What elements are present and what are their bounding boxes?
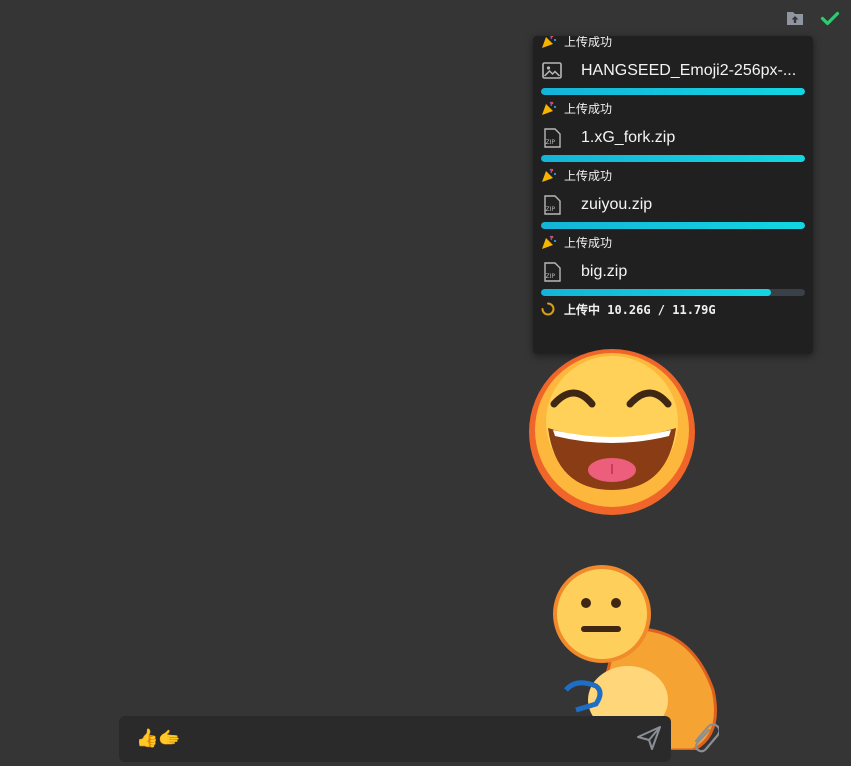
laughing-emoji-sticker[interactable]: [520, 346, 704, 518]
upload-status-text: 上传成功: [564, 168, 613, 183]
upload-item: HANGSEED_Emoji2-256px-...: [533, 54, 813, 88]
send-icon[interactable]: [635, 724, 663, 752]
message-input-text: 👍🫱: [136, 728, 181, 748]
svg-text:ZIP: ZIP: [546, 206, 556, 213]
message-input[interactable]: 👍🫱: [119, 716, 671, 762]
party-popper-icon: [542, 235, 557, 249]
upload-file-name: 1.xG_fork.zip: [581, 129, 676, 146]
upload-progress-bar: [541, 289, 805, 296]
upload-item: ZIP 1.xG_fork.zip: [533, 121, 813, 155]
upload-progress-bar: [541, 222, 805, 229]
upload-status-text: 上传中 10.26G / 11.79G: [564, 302, 716, 317]
image-file-icon: [542, 62, 562, 79]
party-popper-icon: [542, 101, 557, 115]
upload-status: 上传成功: [533, 229, 813, 255]
check-icon[interactable]: [820, 8, 840, 28]
upload-status: 上传中 10.26G / 11.79G: [533, 296, 813, 322]
upload-progress-bar: [541, 88, 805, 95]
zip-file-icon: ZIP: [544, 195, 561, 215]
zip-file-icon: ZIP: [544, 262, 561, 282]
paperclip-icon[interactable]: [689, 722, 719, 754]
upload-file-name: HANGSEED_Emoji2-256px-...: [581, 62, 797, 79]
loading-spinner-icon: [541, 302, 555, 316]
party-popper-icon: [542, 168, 557, 182]
upload-progress-bar: [541, 155, 805, 162]
upload-status: 上传成功: [533, 95, 813, 121]
upload-status: 上传成功: [533, 162, 813, 188]
upload-item: ZIP big.zip: [533, 255, 813, 289]
upload-panel: 上传成功 HANGSEED_Emoji2-256px-... 上传成功 ZIP …: [533, 36, 813, 354]
upload-file-name: zuiyou.zip: [581, 196, 653, 213]
upload-item: ZIP zuiyou.zip: [533, 188, 813, 222]
upload-status-text: 上传成功: [564, 235, 613, 250]
upload-status-text: 上传成功: [564, 101, 613, 116]
svg-text:ZIP: ZIP: [546, 273, 556, 280]
svg-text:ZIP: ZIP: [546, 139, 556, 146]
upload-status-text: 上传成功: [564, 36, 613, 49]
folder-upload-icon[interactable]: [785, 8, 805, 28]
upload-file-name: big.zip: [581, 263, 628, 280]
upload-status: 上传成功: [533, 36, 813, 54]
zip-file-icon: ZIP: [544, 128, 561, 148]
party-popper-icon: [542, 36, 557, 48]
